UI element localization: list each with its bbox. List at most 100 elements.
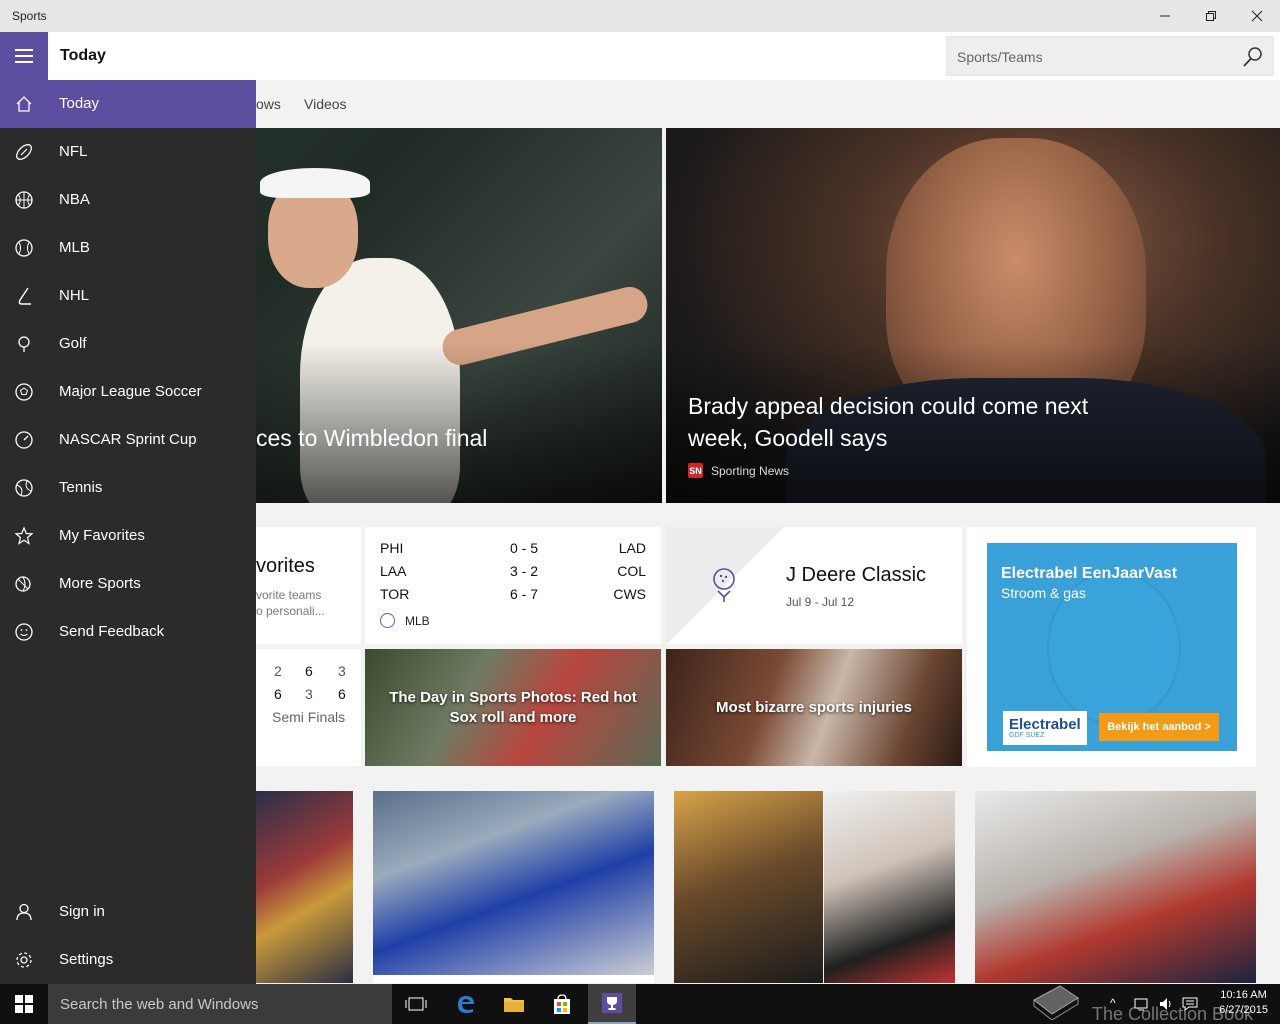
hockey-icon [18,287,31,305]
team-away: PHI [380,540,404,556]
golf-event-title: J Deere Classic [786,564,927,586]
score-row: PHI 0 - 5 LAD [380,540,646,563]
nav-label: NFL [59,143,88,160]
team-home: CWS [613,586,646,602]
search-icon[interactable] [1241,45,1265,69]
minimize-icon [1160,15,1170,17]
texans-player-tile[interactable] [975,791,1256,983]
nav-item-mls[interactable]: Major League Soccer [0,368,256,416]
nav-item-today[interactable]: Today [0,80,256,128]
nav-item-mlb[interactable]: MLB [0,224,256,272]
nav-label: Sign in [59,903,105,920]
nav-item-nfl[interactable]: NFL [0,128,256,176]
search-box [946,36,1274,76]
score-row: TOR 6 - 7 CWS [380,586,646,609]
baseball-icon [380,613,395,628]
clock-time: 10:16 AM [1220,989,1267,1001]
nav-label: MLB [59,239,90,256]
restore-button[interactable] [1188,0,1234,32]
tennis-scores-tile[interactable]: 2 6 3 6 3 6 Semi Finals [256,649,361,766]
score-league: MLB [380,613,430,628]
favorites-title: vorites [256,555,315,577]
nav-label: My Favorites [59,527,145,544]
score-row: LAA 3 - 2 COL [380,563,646,586]
nav-item-more-sports[interactable]: More Sports [0,560,256,608]
nav-item-nascar[interactable]: NASCAR Sprint Cup [0,416,256,464]
star-icon [14,526,34,545]
set-score: 3 [338,663,346,679]
nav-label: Settings [59,951,114,968]
trophy-icon [602,993,622,1013]
file-explorer-button[interactable] [490,984,538,1024]
book-watermark-icon [1033,985,1079,1020]
nav-item-settings[interactable]: Settings [0,936,256,984]
edge-browser-button[interactable] [442,984,490,1024]
sox-photos-tile[interactable]: The Day in Sports Photos: Red hot Sox ro… [365,649,661,766]
nav-item-golf[interactable]: Golf [0,320,256,368]
nav-label: Major League Soccer [59,383,202,400]
app-header: Today [0,32,1280,80]
edge-icon [458,996,474,1013]
start-button[interactable] [0,984,48,1024]
injuries-tile[interactable]: Most bizarre sports injuries [666,649,962,766]
ad-logo: Electrabel GDF SUEZ [1003,711,1087,745]
task-view-button[interactable] [392,984,440,1024]
league-name: MLB [405,613,430,628]
ad-cta-button[interactable]: Bekijk het aanbod > [1099,713,1219,741]
nfl-reporter-tile[interactable] [824,791,955,983]
set-score: 2 [274,663,282,679]
store-icon [554,994,570,1014]
tile-footer [373,975,654,983]
ad-banner[interactable]: Electrabel EenJaarVast Stroom & gas Elec… [987,543,1237,751]
person-icon [16,903,32,921]
tab-videos[interactable]: Videos [304,96,347,112]
close-button[interactable] [1234,0,1280,32]
navigation-pane: Today NFL NBA MLB NHL Golf Major League … [0,80,256,984]
mlb-scores-tile[interactable]: PHI 0 - 5 LAD LAA 3 - 2 COL TOR 6 - 7 CW… [365,527,661,644]
ad-subtitle: Stroom & gas [1001,585,1086,601]
taskbar-search-placeholder: Search the web and Windows [60,996,259,1013]
sporting-news-icon: SN [688,463,703,478]
hero-right-headline-line1: Brady appeal decision could come next [688,393,1089,419]
set-score: 6 [338,686,346,702]
sports-app-window: Sports Today ows Videos ces to Wimble [0,0,1280,1024]
basketball-story-tile[interactable] [256,791,353,983]
giants-story-tile[interactable] [373,791,654,983]
set-score: 6 [305,663,313,679]
sports-app-button[interactable] [588,984,636,1024]
minimize-button[interactable] [1142,0,1188,32]
game-score: 0 - 5 [509,540,538,556]
hero-right-headline: Brady appeal decision could come next we… [688,390,1088,454]
nav-item-send-feedback[interactable]: Send Feedback [0,608,256,656]
store-button[interactable] [538,984,586,1024]
favorites-tile[interactable]: vorites vorite teams o personali... [256,527,361,644]
advertisement-tile[interactable]: Electrabel EenJaarVast Stroom & gas Elec… [967,527,1256,767]
source-name: Sporting News [711,463,790,478]
soccer-icon [15,383,33,401]
speedometer-icon [15,431,33,449]
tab-shows[interactable]: ows [256,96,281,112]
taskbar-search-box[interactable]: Search the web and Windows [48,984,392,1024]
nav-label: Golf [59,335,87,352]
nav-item-tennis[interactable]: Tennis [0,464,256,512]
windows-logo-icon [15,995,33,1013]
more-sports-icon [15,576,31,592]
nav-item-favorites[interactable]: My Favorites [0,512,256,560]
nav-label: More Sports [59,575,141,592]
nav-item-nhl[interactable]: NHL [0,272,256,320]
steelers-player-tile[interactable] [674,791,823,983]
hero-left-headline: ces to Wimbledon final [256,425,488,451]
team-home: COL [617,563,646,579]
search-input[interactable] [957,47,1227,67]
team-away: TOR [380,586,410,602]
nav-item-sign-in[interactable]: Sign in [0,888,256,936]
ad-logo-subtext: GDF SUEZ [1009,732,1045,739]
team-away: LAA [380,563,407,579]
nav-item-nba[interactable]: NBA [0,176,256,224]
team-home: LAD [618,540,646,556]
smiley-icon [15,623,33,641]
hamburger-menu-button[interactable] [0,32,48,80]
hero-tile-brady-appeal[interactable]: Brady appeal decision could come next we… [666,128,1280,503]
set-score: 6 [274,686,282,702]
golf-event-tile[interactable]: J Deere Classic Jul 9 - Jul 12 [666,527,962,644]
